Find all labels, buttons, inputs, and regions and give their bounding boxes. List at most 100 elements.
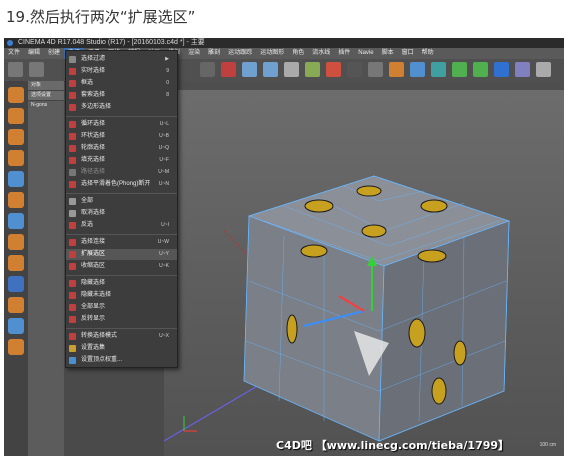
- toolbar-button[interactable]: [473, 62, 488, 77]
- menu-item-4[interactable]: 多边形选择: [66, 102, 177, 113]
- caption: 19.然后执行两次“扩展选区”: [6, 8, 196, 26]
- palette-button[interactable]: [8, 171, 24, 187]
- menu-item-icon: [69, 104, 76, 111]
- toolbar-button[interactable]: [410, 62, 425, 77]
- menu-item-icon: [69, 68, 76, 75]
- menu-item-23[interactable]: 设置顶点权重...: [66, 355, 177, 366]
- menu-item-15[interactable]: 扩展选区 U~Y: [66, 249, 177, 260]
- toolbar-button[interactable]: [284, 62, 299, 77]
- palette-button[interactable]: [8, 150, 24, 166]
- menu-item-icon: [69, 292, 76, 299]
- menu-item-14[interactable]: 选择连接 U~W: [66, 237, 177, 248]
- toolbar-button[interactable]: [536, 62, 551, 77]
- menu-item[interactable]: 渲染: [184, 48, 204, 59]
- toolbar-button[interactable]: [494, 62, 509, 77]
- palette-button[interactable]: [8, 318, 24, 334]
- menu-item-icon: [69, 357, 76, 364]
- menu-item[interactable]: 插件: [334, 48, 354, 59]
- toolbar-button[interactable]: [29, 62, 44, 77]
- menu-item[interactable]: 运动跟踪: [224, 48, 256, 59]
- menu-item-12[interactable]: 取消选择: [66, 208, 177, 219]
- toolbar-button[interactable]: [389, 62, 404, 77]
- palette-button[interactable]: [8, 192, 24, 208]
- menu-item-18[interactable]: 隐藏未选择: [66, 290, 177, 301]
- menu-item[interactable]: 运动图形: [256, 48, 288, 59]
- menu-item-label: 反转显示: [81, 316, 106, 322]
- window-title: CINEMA 4D R17.048 Studio (R17) - [201601…: [18, 39, 205, 46]
- menu-item-label: 设置顶点权重...: [81, 357, 123, 363]
- menu-item[interactable]: 脚本: [378, 48, 398, 59]
- menu-item-8[interactable]: 填充选择 U~F: [66, 155, 177, 166]
- menu-item-shortcut: U~W: [157, 239, 169, 245]
- menu-item-shortcut: 9: [166, 68, 169, 74]
- palette-button[interactable]: [8, 276, 24, 292]
- toolbar-button[interactable]: [305, 62, 320, 77]
- menu-item[interactable]: 编辑: [24, 48, 44, 59]
- toolbar-button[interactable]: [221, 62, 236, 77]
- menu-item-21[interactable]: 转换选择模式 U~X: [66, 331, 177, 342]
- menu-item-10[interactable]: 选择平滑着色(Phong)断开 U~N: [66, 179, 177, 190]
- menu-item-19[interactable]: 全部显示: [66, 302, 177, 313]
- toolbar-button[interactable]: [368, 62, 383, 77]
- toolbar-button[interactable]: [200, 62, 215, 77]
- menu-item[interactable]: 文件: [4, 48, 24, 59]
- palette-button[interactable]: [8, 255, 24, 271]
- palette-button[interactable]: [8, 108, 24, 124]
- menu-item-1[interactable]: 实时选择 9: [66, 66, 177, 77]
- menu-item-2[interactable]: 框选 0: [66, 78, 177, 89]
- toolbar-button[interactable]: [515, 62, 530, 77]
- toolbar-button[interactable]: [347, 62, 362, 77]
- menu-item-16[interactable]: 收缩选区 U~K: [66, 261, 177, 272]
- menu-item[interactable]: 创建: [44, 48, 64, 59]
- menu-item-icon: [69, 280, 76, 287]
- menu-item-9[interactable]: 路径选择 U~M: [66, 167, 177, 178]
- menu-item-label: 循环选择: [81, 121, 106, 127]
- palette-button[interactable]: [8, 339, 24, 355]
- left-tool-palette: [4, 81, 29, 456]
- toolbar-button[interactable]: [452, 62, 467, 77]
- menu-item-17[interactable]: 隐藏选择: [66, 278, 177, 289]
- menu-item-icon: [69, 169, 76, 176]
- menu-item[interactable]: 窗口: [398, 48, 418, 59]
- menu-item-0[interactable]: 选择过滤 ▶: [66, 54, 177, 65]
- palette-button[interactable]: [8, 129, 24, 145]
- menu-item[interactable]: 帮助: [418, 48, 438, 59]
- menu-item-5[interactable]: 循环选择 U~L: [66, 119, 177, 130]
- menu-item-label: 框选: [81, 80, 94, 86]
- menu-item-icon: [69, 181, 76, 188]
- toolbar-button[interactable]: [8, 62, 23, 77]
- menu-item-shortcut: U~X: [159, 333, 169, 339]
- menu-item-icon: [69, 133, 76, 140]
- menu-separator: [66, 328, 177, 329]
- menu-item[interactable]: 角色: [288, 48, 308, 59]
- tab-options[interactable]: 选项设置: [28, 91, 64, 101]
- menu-item-11[interactable]: 全部: [66, 196, 177, 207]
- palette-button[interactable]: [8, 234, 24, 250]
- toolbar-button[interactable]: [242, 62, 257, 77]
- select-menu-dropdown: 选择过滤 ▶ 实时选择 9 框选 0 套索选择 8 多边形选择循环选择 U~L 环状选择 U~B 轮廓选…: [65, 50, 178, 368]
- menu-item-7[interactable]: 轮廓选择 U~Q: [66, 143, 177, 154]
- menu-item-6[interactable]: 环状选择 U~B: [66, 131, 177, 142]
- toolbar-button[interactable]: [263, 62, 278, 77]
- menu-item[interactable]: 雕刻: [204, 48, 224, 59]
- menu-item-label: 套索选择: [81, 92, 106, 98]
- palette-button[interactable]: [8, 213, 24, 229]
- menu-item[interactable]: Navie: [354, 48, 377, 59]
- viewport[interactable]: 100 cm: [164, 81, 564, 456]
- menu-item-3[interactable]: 套索选择 8: [66, 90, 177, 101]
- dice-model: [164, 175, 511, 442]
- menu-item-label: 收缩选区: [81, 263, 106, 269]
- menu-item-icon: [69, 210, 76, 217]
- palette-button[interactable]: [8, 297, 24, 313]
- toolbar-button[interactable]: [326, 62, 341, 77]
- menu-item-22[interactable]: 设置选集: [66, 343, 177, 354]
- toolbar-button[interactable]: [431, 62, 446, 77]
- tab-objects[interactable]: 对象: [28, 81, 64, 91]
- menu-item-20[interactable]: 反转显示: [66, 314, 177, 325]
- palette-button[interactable]: [8, 87, 24, 103]
- menu-separator: [66, 193, 177, 194]
- menu-item-icon: [69, 56, 76, 63]
- menu-item[interactable]: 流水线: [308, 48, 334, 59]
- menu-item-label: 选择过滤: [81, 56, 106, 62]
- menu-item-13[interactable]: 反选 U~I: [66, 220, 177, 231]
